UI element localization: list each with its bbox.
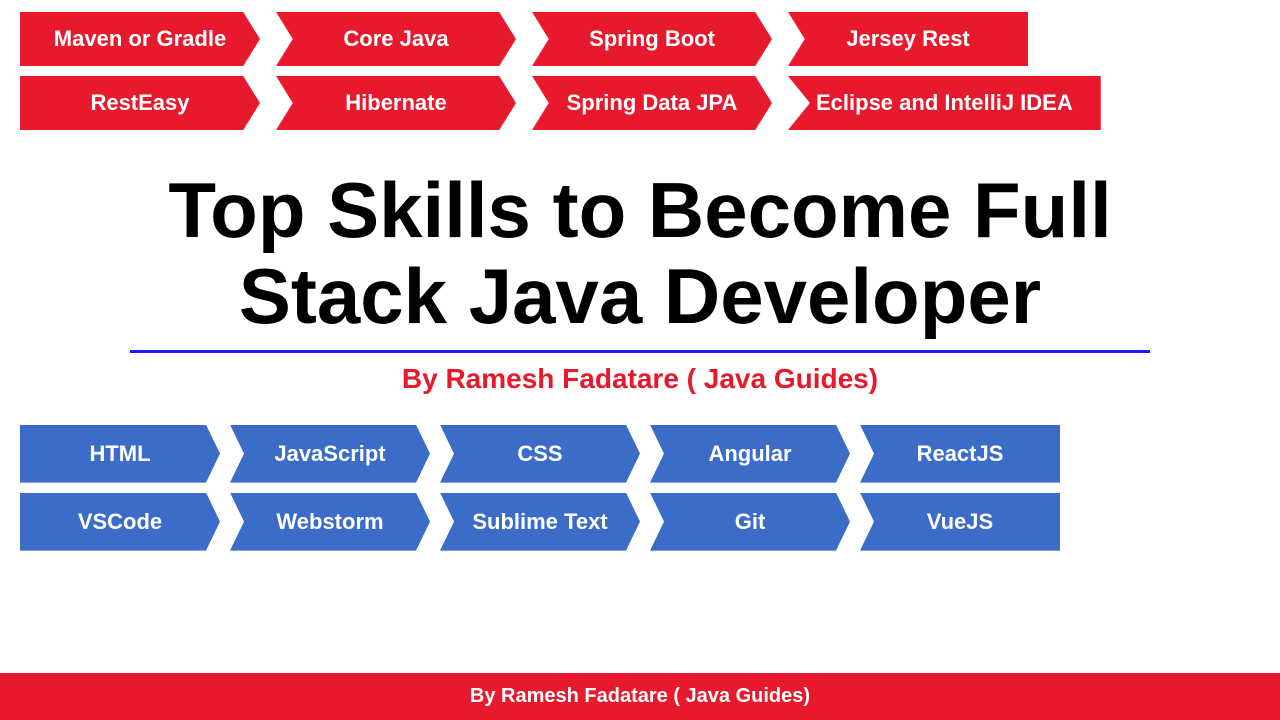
badge-html: HTML [20, 425, 220, 483]
badge-git: Git [650, 493, 850, 551]
badge-core-java: Core Java [276, 12, 516, 66]
title-section: Top Skills to Become Full Stack Java Dev… [0, 148, 1280, 405]
badge-angular: Angular [650, 425, 850, 483]
title-divider [130, 350, 1150, 353]
badge-vscode: VSCode [20, 493, 220, 551]
badge-spring-data-jpa: Spring Data JPA [532, 76, 772, 130]
badge-eclipse-intellij: Eclipse and IntelliJ IDEA [788, 76, 1101, 130]
red-badge-row-2: RestEasy Hibernate Spring Data JPA Eclip… [20, 76, 1260, 130]
badge-jersey-rest: Jersey Rest [788, 12, 1028, 66]
badge-reactjs: ReactJS [860, 425, 1060, 483]
red-badge-row-1: Maven or Gradle Core Java Spring Boot Je… [20, 12, 1260, 66]
badge-resteasy: RestEasy [20, 76, 260, 130]
badge-css: CSS [440, 425, 640, 483]
main-title: Top Skills to Become Full Stack Java Dev… [40, 168, 1240, 340]
subtitle: By Ramesh Fadatare ( Java Guides) [40, 363, 1240, 395]
badge-maven: Maven or Gradle [20, 12, 260, 66]
badge-spring-boot: Spring Boot [532, 12, 772, 66]
badge-javascript: JavaScript [230, 425, 430, 483]
badge-hibernate: Hibernate [276, 76, 516, 130]
blue-badge-row-2: VSCode Webstorm Sublime Text Git VueJS [20, 493, 1260, 551]
footer-bar: By Ramesh Fadatare ( Java Guides) [0, 673, 1280, 720]
blue-badges-section: HTML JavaScript CSS Angular ReactJS VSCo… [0, 405, 1280, 569]
badge-webstorm: Webstorm [230, 493, 430, 551]
badge-vuejs: VueJS [860, 493, 1060, 551]
red-badges-section: Maven or Gradle Core Java Spring Boot Je… [0, 0, 1280, 148]
badge-sublime-text: Sublime Text [440, 493, 640, 551]
blue-badge-row-1: HTML JavaScript CSS Angular ReactJS [20, 425, 1260, 483]
